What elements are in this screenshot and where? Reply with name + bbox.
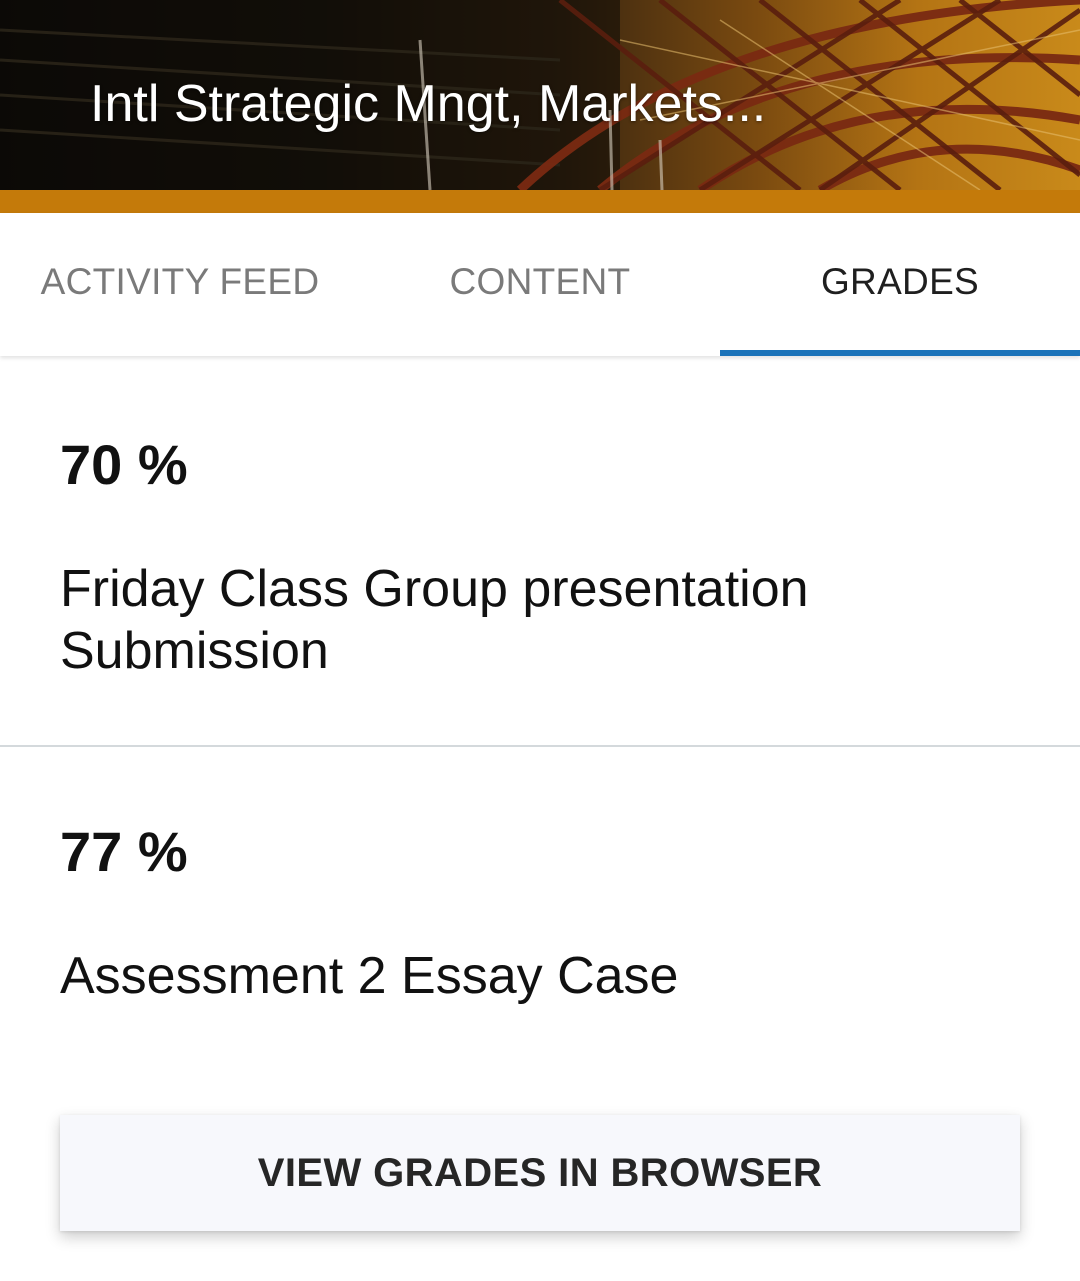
accent-bar — [0, 190, 1080, 213]
view-grades-in-browser-button[interactable]: VIEW GRADES IN BROWSER — [60, 1115, 1020, 1231]
grade-score: 77 % — [60, 820, 188, 883]
grade-score: 70 % — [60, 433, 188, 496]
course-banner: Intl Strategic Mngt, Markets... — [0, 0, 1080, 190]
course-title: Intl Strategic Mngt, Markets... — [90, 75, 767, 133]
tab-label: CONTENT — [449, 260, 631, 302]
tab-label: ACTIVITY FEED — [40, 260, 320, 302]
grade-list-item[interactable]: 77 % Assessment 2 Essay Case — [0, 747, 1080, 1077]
tab-label: GRADES — [820, 260, 980, 302]
grade-item-name: Assessment 2 Essay Case — [60, 947, 679, 1005]
tab-content[interactable]: CONTENT — [360, 213, 720, 356]
grade-list-item[interactable]: 70 % Friday Class Group presentation Sub… — [0, 356, 1080, 746]
tab-bar: ACTIVITY FEED CONTENT GRADES — [0, 213, 1080, 356]
grade-item-name: Friday Class Group presentation Submissi… — [60, 560, 809, 680]
tab-activity-feed[interactable]: ACTIVITY FEED — [0, 213, 360, 356]
tab-grades[interactable]: GRADES — [720, 213, 1080, 356]
active-tab-indicator — [720, 350, 1080, 356]
